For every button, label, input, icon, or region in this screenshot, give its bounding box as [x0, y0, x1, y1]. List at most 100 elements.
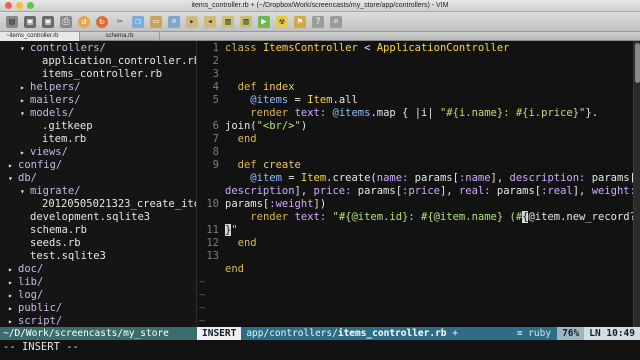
run-script-icon[interactable]: ▶	[258, 15, 270, 28]
paste-icon[interactable]: ▭	[150, 15, 162, 28]
code-line-wrap: join("<br/>")	[225, 120, 308, 132]
load-session-icon[interactable]: ▥	[222, 15, 234, 28]
tab-schema[interactable]: schema.rb	[80, 32, 160, 41]
code-line: render text: "#{@item.id}: #{@item.name}…	[250, 211, 633, 223]
tree-item-label: log/	[18, 289, 44, 301]
tree-file[interactable]: test.sqlite3	[0, 250, 196, 263]
redo-icon[interactable]: ↻	[96, 15, 108, 28]
window-titlebar: items_controller.rb + (~/Dropbox/Work/sc…	[0, 0, 640, 12]
tree-file[interactable]: seeds.rb	[0, 237, 196, 250]
tree-item-label: schema.rb	[30, 224, 87, 236]
tree-item-label: views/	[30, 146, 68, 158]
tree-file[interactable]: .gitkeep	[0, 120, 196, 133]
tree-item-label: .gitkeep	[42, 120, 93, 132]
scroll-percent: 76%	[557, 327, 585, 340]
save-icon[interactable]: ▣	[24, 15, 36, 28]
empty-line-marker: ~	[199, 276, 206, 288]
tree-folder[interactable]: ▾ controllers/	[0, 42, 196, 55]
tree-item-label: public/	[18, 302, 63, 314]
code-line: @items = Item.all	[250, 94, 358, 106]
line-number: 2	[212, 55, 219, 67]
chevron-right-icon: ▸	[8, 291, 13, 300]
code-line: end	[237, 133, 257, 145]
line-number: 3	[212, 68, 219, 80]
chevron-down-icon: ▾	[20, 44, 25, 53]
help-icon[interactable]: ?	[312, 15, 324, 28]
tree-file[interactable]: schema.rb	[0, 224, 196, 237]
tree-folder[interactable]: ▸ views/	[0, 146, 196, 159]
line-number: 8	[212, 146, 219, 158]
tree-folder[interactable]: ▸ lib/	[0, 276, 196, 289]
make-icon[interactable]: ☢	[276, 15, 288, 28]
vertical-scrollbar[interactable]	[633, 41, 640, 327]
save-session-icon[interactable]: ▥	[240, 15, 252, 28]
tree-item-label: db/	[18, 172, 37, 184]
empty-line-marker: ~	[199, 302, 206, 314]
tree-file[interactable]: item.rb	[0, 133, 196, 146]
zoom-window-button[interactable]	[27, 2, 34, 9]
save-all-icon[interactable]: ▣	[42, 15, 54, 28]
tree-file[interactable]: development.sqlite3	[0, 211, 196, 224]
line-number: 4	[212, 81, 219, 93]
editor-pane[interactable]: 1 2 3 4 5 6 7 8 9 10 11 12 13 class Item…	[197, 41, 633, 327]
tree-item-label: lib/	[18, 276, 44, 288]
tree-folder[interactable]: ▾ migrate/	[0, 185, 196, 198]
close-window-button[interactable]	[5, 2, 12, 9]
find-help-icon[interactable]: ⌕	[330, 15, 342, 28]
tree-item-label: item.rb	[42, 133, 87, 145]
tab-items-controller[interactable]: ~items_controller.rb	[0, 32, 80, 41]
command-line[interactable]: -- INSERT --	[0, 340, 640, 360]
tree-folder[interactable]: ▸ mailers/	[0, 94, 196, 107]
tags-icon[interactable]: ⚑	[294, 15, 306, 28]
cut-icon[interactable]: ✂	[114, 16, 126, 28]
tree-file[interactable]: items_controller.rb	[0, 68, 196, 81]
chevron-down-icon: ▾	[20, 109, 25, 118]
chevron-right-icon: ▸	[8, 265, 13, 274]
copy-icon[interactable]: ❐	[132, 15, 144, 28]
chevron-down-icon: ▾	[20, 187, 25, 196]
code-line: class ItemsController < ApplicationContr…	[225, 42, 510, 54]
find-next-icon[interactable]: ▸	[186, 15, 198, 28]
tree-folder[interactable]: ▸ helpers/	[0, 81, 196, 94]
chevron-right-icon: ▸	[20, 148, 25, 157]
find-prev-icon[interactable]: ◂	[204, 15, 216, 28]
tree-statusline: ~/D/Work/screencasts/my_store	[0, 327, 197, 340]
tree-folder[interactable]: ▸ script/	[0, 315, 196, 327]
find-icon[interactable]: ⌕	[168, 15, 180, 28]
line-number: 6	[212, 120, 219, 132]
filetype-indicator: ≡ ruby	[516, 328, 552, 339]
file-path: app/controllers/items_controller.rb +	[246, 328, 458, 339]
chevron-right-icon: ▸	[8, 317, 13, 326]
chevron-down-icon: ▾	[8, 174, 13, 183]
print-icon[interactable]: ⎙	[60, 15, 72, 28]
tree-item-label: development.sqlite3	[30, 211, 151, 223]
code-line: end	[225, 263, 244, 275]
tree-file[interactable]: 20120505021323_create_ite	[0, 198, 196, 211]
tree-folder[interactable]: ▾ db/	[0, 172, 196, 185]
editor-statusline: INSERT app/controllers/items_controller.…	[197, 327, 640, 340]
scrollbar-thumb[interactable]	[635, 43, 640, 83]
tree-folder[interactable]: ▸ log/	[0, 289, 196, 302]
tree-item-label: controllers/	[30, 42, 106, 54]
chevron-right-icon: ▸	[8, 304, 13, 313]
tree-folder[interactable]: ▸ public/	[0, 302, 196, 315]
code-line-wrap: params[:weight])	[225, 198, 327, 210]
tree-item-label: application_controller.rb	[42, 55, 197, 67]
undo-icon[interactable]: ↺	[78, 15, 90, 28]
tree-folder[interactable]: ▸ config/	[0, 159, 196, 172]
file-tree[interactable]: ▾ controllers/application_controller.rb it…	[0, 41, 197, 327]
tree-item-label: doc/	[18, 263, 44, 275]
code-line: @item = Item.create(name: params[:name],…	[250, 172, 633, 184]
tree-file[interactable]: application_controller.rb	[0, 55, 197, 68]
tree-item-label: test.sqlite3	[30, 250, 106, 262]
tree-item-label: models/	[30, 107, 75, 119]
tree-folder[interactable]: ▸ doc/	[0, 263, 196, 276]
chevron-right-icon: ▸	[20, 96, 25, 105]
open-icon[interactable]: ▤	[6, 15, 18, 28]
line-number: 1	[212, 42, 219, 54]
tree-item-label: mailers/	[30, 94, 81, 106]
line-number: 10	[206, 198, 219, 210]
minimize-window-button[interactable]	[16, 2, 23, 9]
toolbar: ▤ ▣ ▣ ⎙ ↺ ↻ ✂ ❐ ▭ ⌕ ▸ ◂ ▥ ▥ ▶ ☢ ⚑ ? ⌕	[0, 12, 640, 32]
tree-folder[interactable]: ▾ models/	[0, 107, 196, 120]
